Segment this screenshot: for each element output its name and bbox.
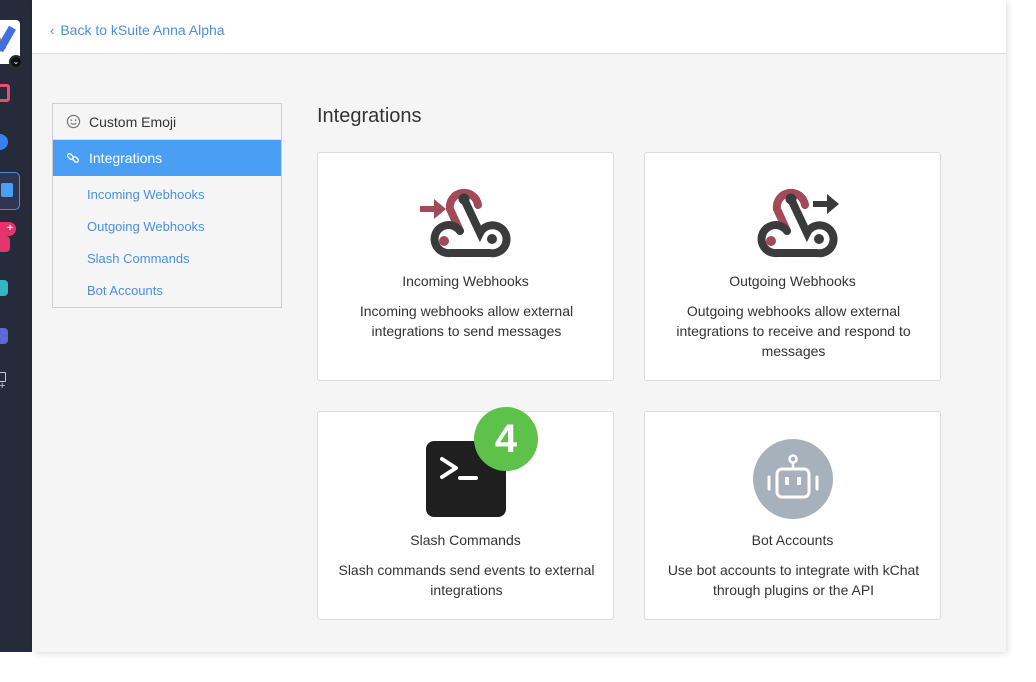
home-icon[interactable] bbox=[0, 84, 10, 102]
menu-item-integrations[interactable]: Integrations bbox=[53, 140, 281, 176]
menu-item-custom-emoji[interactable]: Custom Emoji bbox=[53, 104, 281, 140]
card-title: Bot Accounts bbox=[751, 532, 834, 548]
submenu-slash-commands[interactable]: Slash Commands bbox=[87, 251, 190, 266]
app-icon-teal[interactable] bbox=[0, 280, 8, 296]
notification-badge: + bbox=[0, 222, 16, 236]
card-title: Outgoing Webhooks bbox=[729, 273, 856, 289]
card-outgoing-webhooks[interactable]: Outgoing Webhooks Outgoing webhooks allo… bbox=[644, 152, 941, 381]
robot-icon bbox=[753, 439, 833, 524]
plus-icon: + bbox=[0, 380, 6, 392]
card-slash-commands[interactable]: Slash Commands Slash commands send event… bbox=[317, 411, 614, 620]
app-icon-pink[interactable] bbox=[0, 236, 10, 252]
card-bot-accounts[interactable]: Bot Accounts Use bot accounts to integra… bbox=[644, 411, 941, 620]
card-title: Slash Commands bbox=[410, 532, 521, 548]
main-panel: ‹ Back to kSuite Anna Alpha Custom Emoji … bbox=[32, 0, 1006, 652]
card-description: Outgoing webhooks allow external integra… bbox=[676, 303, 911, 359]
back-link-label: Back to kSuite Anna Alpha bbox=[60, 22, 225, 38]
page-title: Integrations bbox=[317, 105, 422, 127]
back-link[interactable]: ‹ Back to kSuite Anna Alpha bbox=[50, 22, 225, 38]
submenu-outgoing-webhooks[interactable]: Outgoing Webhooks bbox=[87, 219, 205, 234]
webhook-incoming-icon bbox=[416, 181, 512, 268]
top-bar: ‹ Back to kSuite Anna Alpha bbox=[32, 0, 1006, 54]
chevron-down-icon[interactable]: ⌄ bbox=[9, 55, 23, 69]
card-description: Use bot accounts to integrate with kChat… bbox=[667, 562, 920, 598]
app-icon-purple[interactable] bbox=[0, 328, 8, 344]
menu-item-label: Integrations bbox=[89, 150, 163, 166]
card-incoming-webhooks[interactable]: Incoming Webhooks Incoming webhooks allo… bbox=[317, 152, 614, 381]
link-icon bbox=[65, 150, 81, 166]
step-number-badge: 4 bbox=[474, 407, 538, 471]
drive-icon[interactable] bbox=[0, 134, 8, 150]
chevron-left-icon: ‹ bbox=[50, 23, 55, 38]
submenu-incoming-webhooks[interactable]: Incoming Webhooks bbox=[87, 187, 205, 202]
rail-item-kchat[interactable] bbox=[0, 172, 20, 210]
chat-icon bbox=[1, 183, 13, 197]
webhook-outgoing-icon bbox=[747, 181, 843, 268]
screen: ⌄ + + ‹ Back to kSuite Anna Alpha Custom … bbox=[0, 0, 1036, 682]
app-rail: ⌄ + + bbox=[0, 0, 32, 652]
card-description: Incoming webhooks allow external integra… bbox=[359, 303, 574, 339]
card-title: Incoming Webhooks bbox=[402, 273, 529, 289]
card-description: Slash commands send events to external i… bbox=[338, 562, 595, 598]
smiley-icon bbox=[65, 114, 81, 130]
menu-item-label: Custom Emoji bbox=[89, 113, 177, 130]
integrations-menu: Custom Emoji Integrations Incoming Webho… bbox=[52, 103, 282, 308]
submenu-bot-accounts[interactable]: Bot Accounts bbox=[87, 283, 163, 298]
